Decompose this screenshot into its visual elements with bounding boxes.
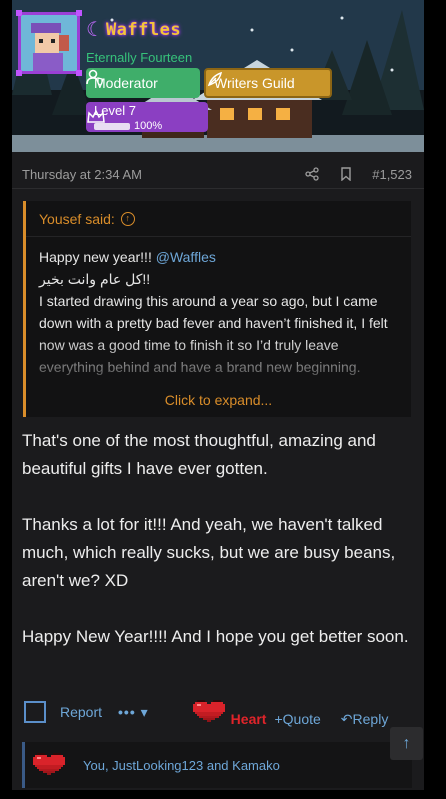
heart-reaction-button[interactable] (192, 698, 225, 726)
quote-body: Happy new year!!! @Waffles !!كل عام وانت… (26, 237, 411, 383)
message-paragraph: Happy New Year!!!! And I hope you get be… (22, 627, 409, 646)
post-number[interactable]: #1,523 (372, 167, 412, 182)
heart-label[interactable]: Heart (231, 711, 267, 727)
quote-line-text: !!كل عام وانت بخير (39, 271, 151, 287)
post-meta: Thursday at 2:34 AM #1,523 (12, 160, 424, 188)
quote-button[interactable]: +Quote (274, 711, 320, 727)
post-actions: Report ••• ▾ Heart +Quote ↶Reply (24, 694, 424, 730)
message-paragraph: That's one of the most thoughtful, amazi… (22, 431, 376, 478)
user-shield-icon (86, 69, 103, 86)
quote-button-label: Quote (282, 711, 321, 727)
quote-block: Yousef said: ↑ Happy new year!!! @Waffle… (23, 201, 411, 417)
username-label: Waffles (105, 20, 182, 40)
quote-author[interactable]: Yousef said: (39, 211, 115, 227)
quote-line: Happy new year!!! @Waffles (39, 246, 398, 268)
username[interactable]: ☾ Waffles (86, 20, 181, 40)
reactions-bar[interactable]: You, JustLooking123 and Kamako (22, 742, 412, 788)
chevron-down-icon: ▾ (140, 703, 149, 720)
pixel-heart-icon (192, 700, 225, 722)
divider (12, 188, 424, 189)
reply-arrow-icon: ↶ (340, 710, 353, 727)
mention-link[interactable]: @Waffles (156, 249, 216, 265)
avatar[interactable] (16, 10, 82, 76)
arrow-up-circle-icon[interactable]: ↑ (120, 211, 135, 226)
plus-icon: + (274, 711, 283, 727)
writers-guild-badge[interactable]: Writers Guild (204, 68, 332, 98)
level-progress-label: 100% (134, 120, 163, 132)
quote-line: !!كل عام وانت بخير (39, 268, 398, 290)
report-button[interactable]: Report (60, 704, 102, 720)
post-timestamp[interactable]: Thursday at 2:34 AM (22, 167, 142, 182)
profile-banner: ☾ Waffles Eternally Fourteen Moderator W… (12, 0, 424, 152)
quote-line-text: Happy new year!!! (39, 249, 156, 265)
level-badge[interactable]: Level 7 100% (86, 102, 208, 132)
select-checkbox[interactable] (24, 701, 46, 723)
feather-icon (207, 71, 223, 87)
share-icon[interactable] (304, 166, 320, 182)
more-options-button[interactable]: ••• ▾ (118, 704, 149, 721)
moderator-badge[interactable]: Moderator (86, 68, 200, 98)
writers-guild-badge-label: Writers Guild (214, 75, 295, 91)
pixel-heart-icon (33, 753, 65, 775)
arrow-up-icon: ↑ (402, 734, 411, 752)
avatar-character-icon (21, 15, 77, 71)
more-options-label: ••• (118, 703, 136, 720)
reply-button-label: Reply (352, 710, 389, 727)
reactions-text[interactable]: You, JustLooking123 and Kamako (83, 758, 280, 773)
crescent-moon-icon: ☾ (86, 19, 104, 41)
click-to-expand-button[interactable]: Click to expand... (26, 383, 411, 417)
quote-header[interactable]: Yousef said: ↑ (26, 201, 411, 237)
reply-button[interactable]: ↶Reply (341, 711, 389, 728)
quote-fade (26, 339, 411, 383)
message-paragraph: Thanks a lot for it!!! And yeah, we have… (22, 515, 396, 590)
post-message: That's one of the most thoughtful, amazi… (22, 427, 412, 679)
post-container: ☾ Waffles Eternally Fourteen Moderator W… (12, 0, 424, 790)
bookmark-icon[interactable] (338, 166, 354, 182)
crown-icon (87, 109, 105, 123)
scroll-to-top-button[interactable]: ↑ (390, 727, 423, 760)
user-title: Eternally Fourteen (86, 50, 193, 65)
